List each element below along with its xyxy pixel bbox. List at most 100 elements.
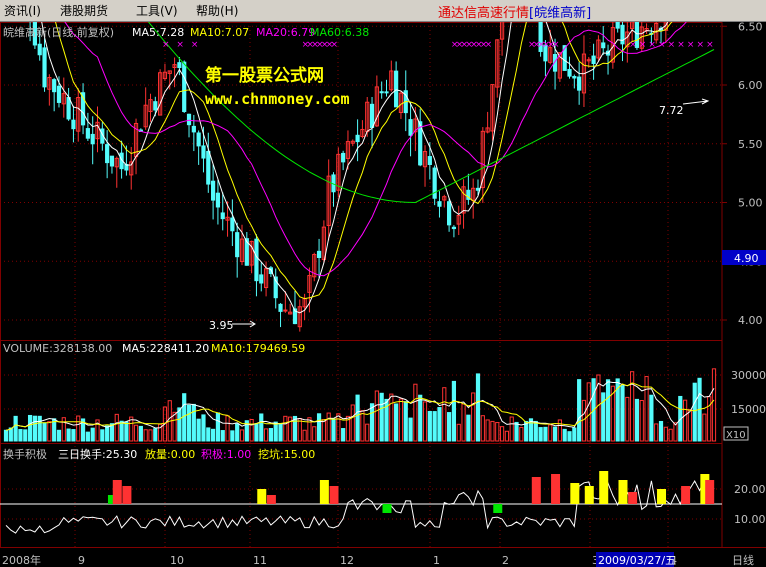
candle-body (572, 76, 577, 79)
pit-flag-label: 挖坑:15.00 (258, 447, 315, 461)
price-tick-label: 4.00 (738, 314, 763, 327)
candle-body (66, 96, 71, 120)
volume-bar (23, 429, 28, 442)
volume-bar (56, 429, 62, 442)
candle-body (259, 274, 264, 284)
candle-body (90, 133, 95, 145)
volume-tick-label: 15000 (731, 403, 766, 416)
volume-bar (403, 401, 408, 442)
candle-body (71, 119, 76, 130)
signal-marker: × (162, 40, 170, 50)
volume-bar (8, 427, 13, 442)
volume-unit-label: X10 (726, 430, 746, 441)
signal-marker: × (697, 40, 705, 50)
menu-tools[interactable]: 工具(V) (136, 2, 178, 19)
candle-body (220, 212, 225, 220)
candle-body (591, 55, 596, 64)
high-price-label: 7.72 (659, 104, 684, 117)
volume-bar (220, 430, 225, 442)
indicator-tick-label: 10.00 (734, 513, 766, 526)
indicator-block (618, 480, 628, 504)
volume-tick-label: 30000 (731, 369, 766, 382)
menu-help[interactable]: 帮助(H) (196, 2, 238, 19)
volume-bar (437, 407, 442, 442)
volume-bar (259, 413, 264, 442)
candle-body (42, 47, 47, 88)
period-label[interactable]: 日线 (732, 553, 754, 567)
volume-bar (447, 412, 452, 442)
volume-ma5-label: MA5:228411.20 (122, 342, 209, 355)
ma20-label: MA20:6.79 (256, 26, 315, 39)
current-price-label: 4.90 (734, 252, 759, 265)
indicator-block (112, 480, 122, 504)
price-tick-label: 5.50 (738, 138, 763, 151)
indicator-name: 换手积极 (3, 447, 47, 461)
volume-bar (206, 427, 211, 442)
candle-body (52, 79, 57, 93)
volume-bar (230, 430, 235, 442)
indicator-block (122, 486, 132, 504)
candle-body (105, 144, 110, 164)
volume-bar (451, 380, 457, 442)
volume-bar (153, 428, 158, 442)
ma5-label: MA5:7.28 (132, 26, 184, 39)
volume-bar (432, 411, 437, 442)
menu-hk-futures[interactable]: 港股期货 (60, 2, 108, 19)
volume-bar (268, 428, 273, 442)
volume-bar (658, 420, 664, 442)
volume-bar (138, 425, 143, 442)
volume-bar (692, 382, 697, 442)
candle-body (201, 145, 206, 159)
menu-info[interactable]: 资讯(I) (4, 2, 41, 19)
volume-bar (418, 394, 423, 442)
volume-bar (331, 418, 336, 442)
volume-label: VOLUME:328138.00 (3, 342, 112, 355)
candle-body (191, 125, 196, 133)
candle-body (475, 187, 481, 191)
indicator-block (319, 480, 329, 504)
volume-bar (379, 392, 384, 442)
volume-bar (466, 414, 471, 442)
volume-bar (85, 431, 90, 442)
volume-bar (186, 404, 192, 442)
candle-body (278, 303, 283, 312)
volume-bar (514, 421, 519, 442)
candle-body (182, 61, 187, 113)
indicator-block (382, 504, 392, 513)
candle-body (447, 201, 452, 226)
candle-body (355, 134, 360, 143)
volume-bar (278, 423, 283, 442)
candle-body (109, 155, 115, 167)
volume-bar (369, 403, 375, 442)
candle-body (235, 232, 240, 258)
volume-bar (577, 379, 582, 442)
indicator-block (628, 492, 638, 504)
candle-body (379, 91, 384, 94)
candle-body (577, 76, 582, 91)
volume-bar (124, 421, 129, 442)
indicator-block (266, 495, 276, 504)
candle-body (85, 128, 90, 139)
indicator-block (570, 483, 580, 504)
volume-bar (42, 422, 47, 442)
volume-bar (427, 410, 432, 442)
indicator-block (493, 504, 503, 513)
volume-bar (341, 428, 346, 442)
candle-body (206, 150, 211, 185)
candle-body (283, 309, 288, 312)
price-tick-label: 6.50 (738, 22, 763, 33)
volume-bar (538, 427, 543, 442)
watermark-title: 第一股票公式网 (205, 65, 324, 86)
candle-body (211, 180, 216, 201)
signal-marker: × (677, 40, 685, 50)
volume-bar (567, 431, 572, 442)
stock-chart[interactable]: 8.508.007.507.006.506.005.505.004.504.00… (0, 22, 766, 567)
candle-body (196, 132, 201, 147)
candle-body (601, 42, 606, 49)
candle-body (620, 24, 625, 45)
volume-bar (13, 415, 18, 442)
volume-bar (71, 429, 76, 442)
candle-body (369, 103, 375, 128)
candle-body (341, 152, 346, 163)
volume-bar (552, 426, 558, 442)
